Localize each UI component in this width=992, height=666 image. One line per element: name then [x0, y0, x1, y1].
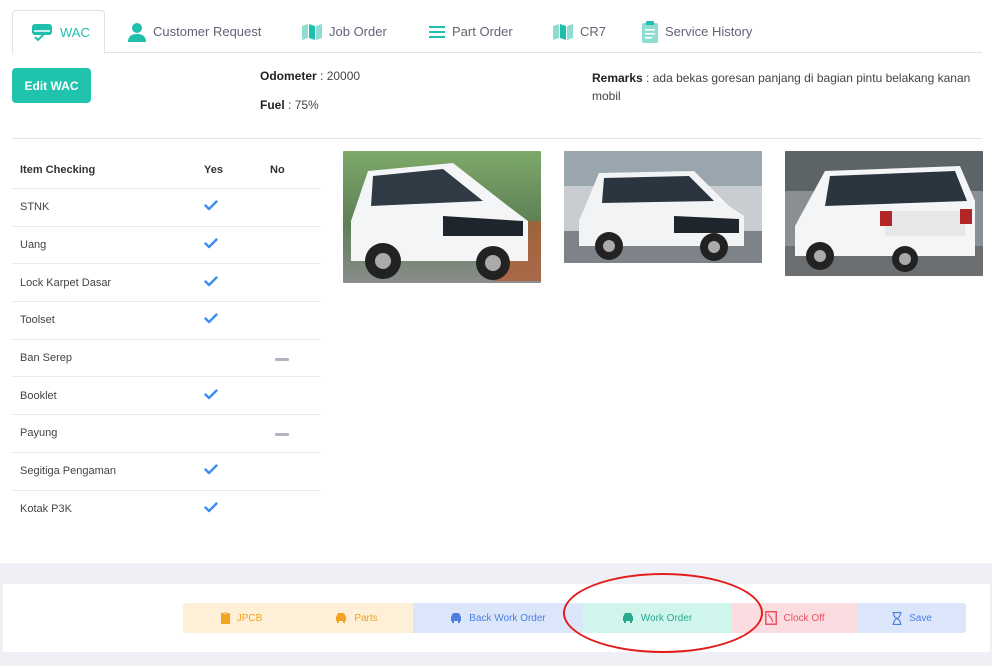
checklist-row: Kotak P3K — [12, 491, 321, 529]
checklist-yes-cell — [198, 238, 264, 252]
check-icon — [204, 276, 218, 290]
checklist-row: Payung — [12, 415, 321, 453]
check-icon — [204, 464, 218, 478]
odometer-value: 20000 — [326, 69, 361, 83]
map-icon — [302, 23, 322, 40]
checklist-item-label: Payung — [20, 427, 58, 440]
dash-icon — [275, 433, 289, 437]
remarks-value: ada bekas goresan panjang di bagian pint… — [592, 71, 971, 103]
save-label: Save — [909, 612, 932, 624]
save-button[interactable]: Save — [858, 603, 966, 633]
checklist-no-cell — [264, 352, 321, 364]
car-photo-front-angle[interactable] — [564, 151, 762, 263]
clipboard-icon — [220, 612, 230, 624]
odometer-info: Odometer : 20000 — [260, 69, 361, 83]
tab-label: Job Order — [329, 24, 387, 39]
clock-off-label: Clock Off — [783, 612, 825, 624]
checklist-item-label: STNK — [20, 201, 50, 214]
parts-button[interactable]: Parts — [300, 603, 413, 633]
action-footer: JPCB Parts Back Work Order Work Order Cl… — [3, 584, 990, 652]
list-icon — [429, 24, 445, 40]
check-icon — [204, 502, 218, 516]
car-photo-rear[interactable] — [785, 151, 983, 276]
tab-label: CR7 — [580, 24, 607, 39]
car-photo-front[interactable] — [343, 151, 541, 283]
annotation-circle — [563, 573, 763, 653]
check-icon — [204, 200, 218, 214]
tab-label: WAC — [60, 24, 90, 40]
parts-label: Parts — [354, 612, 378, 624]
checklist-yes-cell — [198, 313, 264, 327]
jpcb-button[interactable]: JPCB — [183, 603, 300, 633]
check-icon — [204, 238, 218, 252]
checklist-no-cell — [264, 427, 321, 439]
checklist-item-label: Segitiga Pengaman — [20, 465, 117, 478]
clipboard-icon — [642, 20, 658, 43]
fuel-info: Fuel : 75% — [260, 98, 319, 112]
checklist-item-label: Ban Serep — [20, 352, 72, 365]
fuel-label: Fuel — [260, 98, 285, 112]
car-icon — [335, 613, 347, 623]
car-check-icon — [31, 22, 53, 42]
divider — [12, 138, 982, 139]
tab-label: Service History — [665, 24, 753, 39]
tab-service-history[interactable]: Service History — [642, 10, 752, 53]
jpcb-label: JPCB — [236, 612, 263, 624]
hourglass-icon — [892, 611, 902, 625]
map-icon — [553, 23, 573, 40]
remarks-info: Remarks : ada bekas goresan panjang di b… — [592, 71, 971, 103]
checklist-header: Item Checking Yes No — [12, 151, 321, 189]
dash-icon — [275, 358, 289, 362]
checklist-row: Booklet — [12, 377, 321, 416]
header-item: Item Checking — [20, 163, 96, 176]
tab-job-order[interactable]: Job Order — [302, 10, 387, 53]
tab-bar: WAC Customer Request Job Order Part Orde… — [12, 10, 982, 54]
checklist-item-label: Lock Karpet Dasar — [20, 276, 112, 289]
person-icon — [128, 22, 146, 42]
car-icon — [450, 613, 462, 623]
checklist-yes-cell — [198, 276, 264, 290]
back-work-order-label: Back Work Order — [469, 612, 546, 624]
checklist-table: Item Checking Yes No STNK Uang Lock Karpet… — [12, 151, 321, 528]
edit-wac-button[interactable]: Edit WAC — [12, 68, 91, 103]
tab-label: Part Order — [452, 24, 513, 39]
tab-cr7[interactable]: CR7 — [553, 10, 606, 53]
clock-off-icon — [764, 611, 777, 625]
tab-part-order[interactable]: Part Order — [429, 10, 513, 53]
checklist-row: Segitiga Pengaman — [12, 453, 321, 491]
fuel-value: 75% — [294, 98, 319, 112]
checklist-item-label: Kotak P3K — [20, 503, 72, 516]
wac-card: WAC Customer Request Job Order Part Orde… — [0, 0, 992, 563]
checklist-row: Uang — [12, 227, 321, 265]
checklist-yes-cell — [198, 389, 264, 403]
header-no: No — [270, 163, 285, 176]
checklist-row: Ban Serep — [12, 340, 321, 378]
checklist-item-label: Uang — [20, 239, 47, 252]
check-icon — [204, 313, 218, 327]
checklist-yes-cell — [198, 464, 264, 478]
checklist-item-label: Booklet — [20, 389, 57, 402]
header-yes: Yes — [204, 163, 223, 176]
checklist-yes-cell — [198, 200, 264, 214]
checklist-yes-cell — [198, 502, 264, 516]
checklist-row: Lock Karpet Dasar — [12, 264, 321, 303]
checklist-row: STNK — [12, 189, 321, 227]
remarks-label: Remarks — [592, 71, 643, 85]
odometer-label: Odometer — [260, 69, 317, 83]
tab-wac[interactable]: WAC — [12, 10, 105, 54]
tab-customer-request[interactable]: Customer Request — [128, 10, 261, 53]
checklist-item-label: Toolset — [20, 314, 55, 327]
back-work-order-button[interactable]: Back Work Order — [413, 603, 583, 633]
tab-label: Customer Request — [153, 24, 262, 39]
check-icon — [204, 389, 218, 403]
checklist-row: Toolset — [12, 302, 321, 340]
